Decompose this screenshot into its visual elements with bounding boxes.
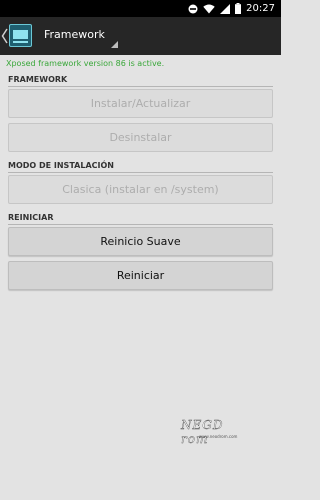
framework-status-message: Xposed framework version 86 is active.	[6, 59, 165, 68]
section-divider	[8, 172, 273, 173]
section-header-framework: FRAMEWORK	[8, 75, 68, 84]
uninstall-button[interactable]: Desinstalar	[8, 123, 273, 152]
section-header-reboot: REINICIAR	[8, 213, 54, 222]
section-divider	[8, 86, 273, 87]
main-content: Xposed framework version 86 is active. F…	[0, 55, 281, 500]
action-bar: Framework	[0, 17, 281, 55]
status-icons: 20:27	[188, 2, 275, 15]
watermark-url: www.neodrom.com	[199, 434, 238, 439]
install-update-button[interactable]: Instalar/Actualizar	[8, 89, 273, 118]
wifi-icon	[203, 4, 215, 13]
battery-icon	[235, 3, 242, 14]
install-mode-button[interactable]: Clasica (instalar en /system)	[8, 175, 273, 204]
do-not-disturb-icon	[188, 4, 198, 13]
section-header-install-mode: MODO DE INSTALACIÓN	[8, 161, 114, 170]
app-icon-bar	[13, 41, 28, 43]
status-bar: 20:27	[0, 0, 281, 17]
app-icon-screen	[13, 30, 28, 39]
back-caret-icon[interactable]	[1, 28, 8, 44]
watermark-logo: NEGD rom www.neodrom.com	[181, 418, 251, 446]
status-time: 20:27	[246, 3, 275, 14]
app-icon[interactable]	[9, 24, 32, 47]
cellular-signal-icon	[220, 3, 231, 14]
watermark-brand: NEGD rom	[181, 418, 224, 446]
soft-reboot-button[interactable]: Reinicio Suave	[8, 227, 273, 256]
reboot-button[interactable]: Reiniciar	[8, 261, 273, 290]
spinner-dropdown-icon[interactable]	[111, 41, 118, 48]
page-title[interactable]: Framework	[44, 28, 105, 42]
section-divider	[8, 224, 273, 225]
